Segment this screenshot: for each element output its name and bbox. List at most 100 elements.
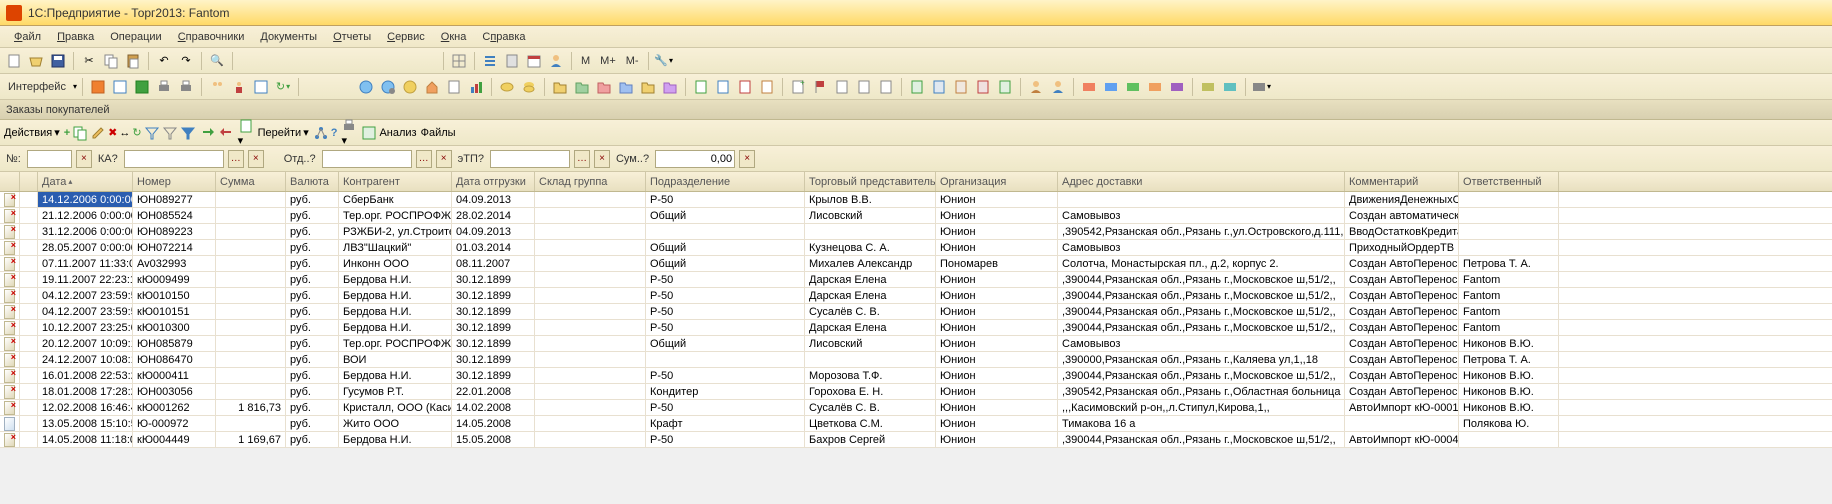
col-sum[interactable]: Сумма: [216, 172, 286, 191]
interface-label[interactable]: Интерфейс: [4, 81, 70, 93]
doc-group-1[interactable]: [691, 77, 711, 97]
files-label[interactable]: Файлы: [421, 127, 456, 139]
folder-icon-2[interactable]: [572, 77, 592, 97]
table-row[interactable]: 24.12.2007 10:08:16ЮН086470руб.ВОИ30.12.…: [0, 352, 1832, 368]
ka-ellipsis-icon[interactable]: …: [228, 150, 244, 168]
people-icon-2[interactable]: [229, 77, 249, 97]
table-row[interactable]: 13.05.2008 15:10:56Ю-000972руб.Жито ООО1…: [0, 416, 1832, 432]
report-icon-2[interactable]: [929, 77, 949, 97]
col-sales-rep[interactable]: Торговый представитель: [805, 172, 936, 191]
coin-stack-icon[interactable]: [519, 77, 539, 97]
calendar-icon[interactable]: [524, 51, 544, 71]
etp-filter-input[interactable]: [490, 150, 570, 168]
menu-файл[interactable]: Файл: [6, 29, 49, 45]
flag-icon[interactable]: [810, 77, 830, 97]
report-icon-1[interactable]: [907, 77, 927, 97]
col-ship-date[interactable]: Дата отгрузки: [452, 172, 535, 191]
copy-icon[interactable]: [101, 51, 121, 71]
calc-icon[interactable]: [502, 51, 522, 71]
save-icon[interactable]: [48, 51, 68, 71]
table-row[interactable]: 04.12.2007 23:59:59кЮ010151руб.Бердова Н…: [0, 304, 1832, 320]
paste-icon[interactable]: [123, 51, 143, 71]
money-icon[interactable]: [400, 77, 420, 97]
set-interval-icon[interactable]: ↔: [119, 127, 130, 139]
table-row[interactable]: 19.11.2007 22:23:12кЮ009499руб.Бердова Н…: [0, 272, 1832, 288]
table-row[interactable]: 16.01.2008 22:53:21кЮ000411руб.Бердова Н…: [0, 368, 1832, 384]
tb2-icon-2[interactable]: [110, 77, 130, 97]
col-responsible[interactable]: Ответственный: [1459, 172, 1559, 191]
ext-icon-3[interactable]: [1123, 77, 1143, 97]
undo-icon[interactable]: ↶: [154, 51, 174, 71]
menu-правка[interactable]: Правка: [49, 29, 102, 45]
actions-label[interactable]: Действия: [4, 127, 52, 139]
table-row[interactable]: 14.05.2008 11:18:00кЮ0044491 169,67руб.Б…: [0, 432, 1832, 448]
ext-icon-2[interactable]: [1101, 77, 1121, 97]
print-form-icon[interactable]: ▾: [341, 118, 357, 147]
analiz-icon[interactable]: [361, 125, 377, 141]
sum-filter-input[interactable]: [655, 150, 735, 168]
avatar-icon-2[interactable]: [1048, 77, 1068, 97]
ext-icon-1[interactable]: [1079, 77, 1099, 97]
exchange-icon-2[interactable]: [218, 125, 234, 141]
doc-z-icon[interactable]: [876, 77, 896, 97]
num-filter-input[interactable]: [27, 150, 72, 168]
user-icon[interactable]: [546, 51, 566, 71]
table-row[interactable]: 28.05.2007 0:00:00ЮН072214руб.ЛВЗ"Шацкий…: [0, 240, 1832, 256]
folder-icon-4[interactable]: [616, 77, 636, 97]
report-icon-4[interactable]: [973, 77, 993, 97]
filter-by-icon[interactable]: [180, 125, 196, 141]
folder-icon-3[interactable]: [594, 77, 614, 97]
col-icon[interactable]: [0, 172, 20, 191]
open-icon[interactable]: [26, 51, 46, 71]
sum-clear-icon[interactable]: ×: [739, 150, 755, 168]
menu-документы[interactable]: Документы: [252, 29, 325, 45]
menu-окна[interactable]: Окна: [433, 29, 475, 45]
table-row[interactable]: 20.12.2007 10:09:18ЮН085879руб.Тер.орг. …: [0, 336, 1832, 352]
grid-icon[interactable]: [449, 51, 469, 71]
m-label[interactable]: M: [577, 55, 594, 67]
folder-icon-6[interactable]: [660, 77, 680, 97]
col-contragent[interactable]: Контрагент: [339, 172, 452, 191]
col-date[interactable]: Дата▴: [38, 172, 133, 191]
m-minus-label[interactable]: M-: [622, 55, 643, 67]
globe-icon[interactable]: [356, 77, 376, 97]
refresh-icon[interactable]: ↻▾: [273, 77, 293, 97]
table-row[interactable]: 12.02.2008 16:46:40кЮ0012621 816,73руб.К…: [0, 400, 1832, 416]
cut-icon[interactable]: ✂: [79, 51, 99, 71]
print-icon[interactable]: [154, 77, 174, 97]
col-delivery-address[interactable]: Адрес доставки: [1058, 172, 1345, 191]
filter-off-icon[interactable]: [162, 125, 178, 141]
help-icon[interactable]: ?: [331, 127, 338, 139]
new-doc-icon[interactable]: [4, 51, 24, 71]
tb2-icon-1[interactable]: [88, 77, 108, 97]
col-currency[interactable]: Валюта: [286, 172, 339, 191]
report-icon-3[interactable]: [951, 77, 971, 97]
structure-icon[interactable]: [313, 125, 329, 141]
add-copy-icon[interactable]: [72, 125, 88, 141]
etp-ellipsis-icon[interactable]: …: [574, 150, 590, 168]
list-icon[interactable]: [480, 51, 500, 71]
menu-справочники[interactable]: Справочники: [170, 29, 253, 45]
edit-icon[interactable]: [90, 125, 106, 141]
folder-icon-1[interactable]: [550, 77, 570, 97]
otd-clear-icon[interactable]: ×: [436, 150, 452, 168]
people-icon[interactable]: [207, 77, 227, 97]
redo-icon[interactable]: ↷: [176, 51, 196, 71]
m-plus-label[interactable]: M+: [596, 55, 620, 67]
wrench-icon[interactable]: 🔧▾: [654, 51, 674, 71]
doc-add-icon[interactable]: +: [788, 77, 808, 97]
report-icon-5[interactable]: [995, 77, 1015, 97]
etp-clear-icon[interactable]: ×: [594, 150, 610, 168]
table-row[interactable]: 10.12.2007 23:25:05кЮ010300руб.Бердова Н…: [0, 320, 1832, 336]
col-comment[interactable]: Комментарий: [1345, 172, 1459, 191]
table-row[interactable]: 21.12.2006 0:00:00ЮН085524руб.Тер.орг. Р…: [0, 208, 1832, 224]
doc-group-4[interactable]: [757, 77, 777, 97]
ka-filter-input[interactable]: [124, 150, 224, 168]
ext-icon-5[interactable]: [1167, 77, 1187, 97]
ext-icon-8[interactable]: ▾: [1251, 77, 1271, 97]
chart-icon[interactable]: [466, 77, 486, 97]
col-organization[interactable]: Организация: [936, 172, 1058, 191]
doc-icon-1[interactable]: [444, 77, 464, 97]
add-icon[interactable]: +: [64, 127, 70, 139]
menu-сервис[interactable]: Сервис: [379, 29, 433, 45]
